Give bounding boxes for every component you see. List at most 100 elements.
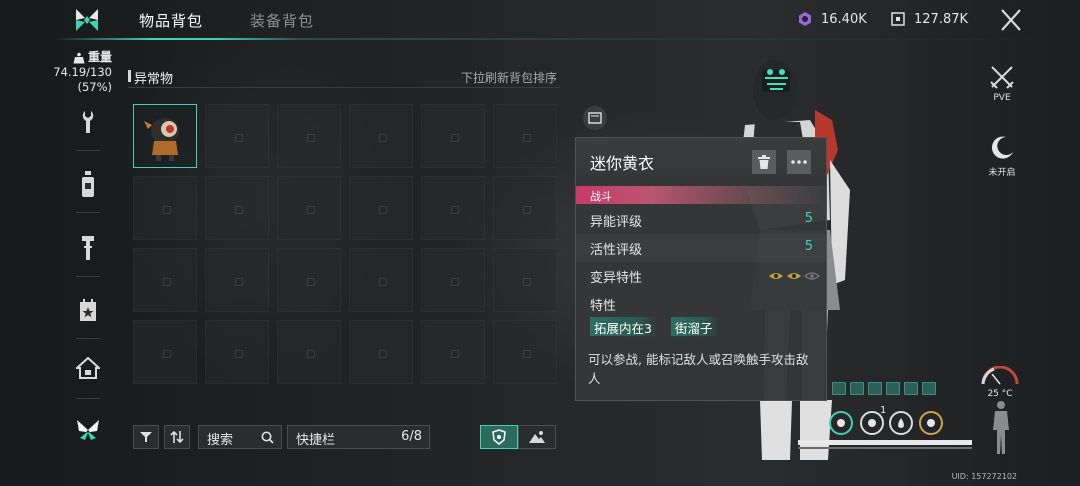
stat-badge: 1 <box>880 405 887 416</box>
status-effect-icon[interactable] <box>922 382 936 395</box>
inventory-slot[interactable] <box>277 104 341 168</box>
refresh-hint: 下拉刷新背包排序 <box>460 71 557 85</box>
inventory-slot[interactable] <box>205 104 269 168</box>
temperature-value: 25 °C <box>987 389 1013 399</box>
landscape-icon <box>529 431 545 443</box>
search-input[interactable]: 搜索 <box>198 425 282 449</box>
stat-label: 异能评级 <box>590 215 643 230</box>
crystal-icon <box>799 12 811 26</box>
inventory-slot[interactable] <box>349 248 413 312</box>
sidebar-item-events[interactable] <box>72 294 104 326</box>
section-marker <box>128 70 131 82</box>
card-title: 迷你黄衣 <box>590 154 655 173</box>
inventory-slot[interactable] <box>421 320 485 384</box>
health-bar <box>798 440 972 445</box>
inventory-slot[interactable] <box>277 248 341 312</box>
weight-value: 74.19/130 <box>53 65 112 79</box>
card-preview-button[interactable] <box>583 106 607 130</box>
game-logo-icon[interactable] <box>74 7 100 33</box>
tool-icon <box>82 236 94 260</box>
inventory-slot-selected[interactable] <box>133 104 197 168</box>
pve-button[interactable]: PVE <box>980 64 1024 103</box>
moon-icon <box>991 136 1013 159</box>
sidebar-divider <box>76 150 100 151</box>
gauge-icon <box>981 365 1019 385</box>
view-anomaly-button[interactable] <box>480 425 518 449</box>
status-effect-icon[interactable] <box>886 382 900 395</box>
night-mode-button[interactable]: 未开启 <box>980 134 1024 178</box>
inventory-slot[interactable] <box>133 248 197 312</box>
inventory-slot[interactable] <box>277 176 341 240</box>
wrench-icon <box>82 111 94 133</box>
weight-indicator: 重量 74.19/130 (57%) <box>44 50 112 95</box>
stat-value: 5 <box>804 239 813 254</box>
trash-icon <box>758 155 770 169</box>
inventory-slot[interactable] <box>493 176 557 240</box>
sidebar-item-materials[interactable] <box>72 232 104 264</box>
temperature-gauge: 25 °C <box>978 365 1022 399</box>
status-effect-icon[interactable] <box>850 382 864 395</box>
filter-icon <box>140 432 152 442</box>
more-options-button[interactable] <box>787 150 811 174</box>
water-ring-icon[interactable] <box>889 411 913 435</box>
sidebar-item-anomalies[interactable] <box>72 414 104 446</box>
currency-chip-value: 127.87K <box>914 11 969 27</box>
inventory-slot[interactable] <box>349 176 413 240</box>
mood-ring-icon[interactable] <box>919 411 943 435</box>
anomaly-item-icon <box>144 118 179 161</box>
inventory-slot[interactable] <box>277 320 341 384</box>
item-detail-card: 迷你黄衣 战斗 异能评级 5 活性评级 5 变异特性 特性 拓展内在3 街溜子 … <box>575 137 827 401</box>
inventory-slot[interactable] <box>205 248 269 312</box>
butterfly-icon <box>77 420 99 440</box>
inventory-slot[interactable] <box>421 248 485 312</box>
sidebar-item-consumables[interactable] <box>72 168 104 200</box>
inventory-slot[interactable] <box>493 104 557 168</box>
status-effect-icon[interactable] <box>904 382 918 395</box>
currency-chip[interactable]: 127.87K <box>890 11 968 27</box>
section-title: 异常物 <box>134 72 174 87</box>
currency-crystal[interactable]: 16.40K <box>797 11 867 27</box>
inventory-slot[interactable] <box>205 320 269 384</box>
close-icon[interactable] <box>997 6 1025 34</box>
water-drop-icon <box>898 417 904 428</box>
sort-button[interactable] <box>164 425 190 449</box>
trait-chip[interactable]: 拓展内在3 <box>590 317 656 336</box>
trait-chip[interactable]: 街溜子 <box>671 317 717 336</box>
sort-icon <box>170 430 184 444</box>
energy-bar <box>798 447 972 449</box>
status-effect-icon[interactable] <box>868 382 882 395</box>
inventory-slot[interactable] <box>421 176 485 240</box>
shield-icon <box>492 429 506 445</box>
inventory-slot[interactable] <box>205 176 269 240</box>
stat-value: 5 <box>804 211 813 226</box>
sidebar-item-home[interactable] <box>72 352 104 384</box>
inventory-slot[interactable] <box>349 320 413 384</box>
filter-button[interactable] <box>133 425 159 449</box>
bottle-icon <box>82 171 94 197</box>
tab-underline <box>0 38 1080 40</box>
inventory-slot[interactable] <box>421 104 485 168</box>
user-id: UID: 157272102 <box>951 472 1017 481</box>
hunger-ring-icon[interactable] <box>829 411 853 435</box>
weight-icon <box>73 52 85 63</box>
view-scene-button[interactable] <box>518 425 556 449</box>
quickbar-button[interactable]: 快捷栏 6/8 <box>287 425 430 449</box>
night-mode-label: 未开启 <box>988 168 1016 178</box>
status-effect-icon[interactable] <box>832 382 846 395</box>
tab-item-bag[interactable]: 物品背包 <box>139 10 203 31</box>
stat-row-mutation: 变异特性 <box>576 262 826 290</box>
section-divider <box>128 87 560 88</box>
inventory-slot[interactable] <box>349 104 413 168</box>
book-icon <box>588 112 602 124</box>
inventory-slot[interactable] <box>133 176 197 240</box>
inventory-slot[interactable] <box>133 320 197 384</box>
tab-equipment-bag[interactable]: 装备背包 <box>250 10 314 31</box>
sidebar-item-tools[interactable] <box>72 106 104 138</box>
inventory-slot[interactable] <box>493 320 557 384</box>
weight-label: 重量 <box>87 50 112 64</box>
calendar-star-icon <box>80 299 96 321</box>
search-label: 搜索 <box>207 433 234 448</box>
crossed-swords-icon <box>990 66 1014 89</box>
inventory-slot[interactable] <box>493 248 557 312</box>
discard-button[interactable] <box>752 150 776 174</box>
